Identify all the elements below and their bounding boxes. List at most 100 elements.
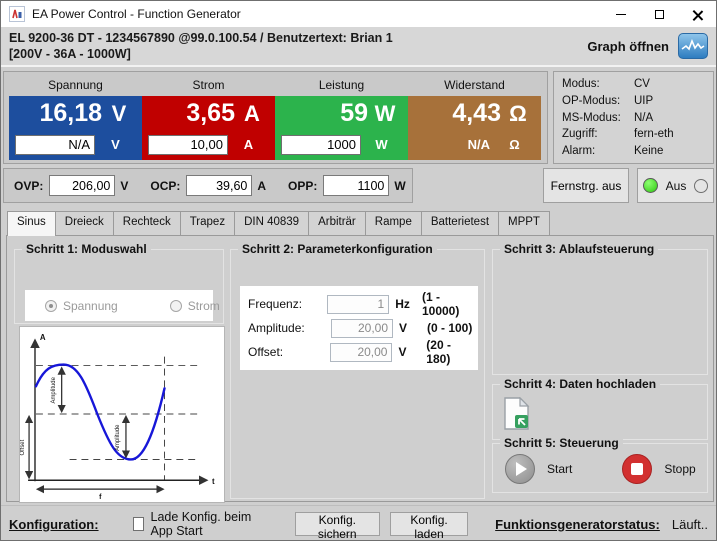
output-radio-icon[interactable] <box>694 179 708 193</box>
power-unit: W <box>368 101 402 127</box>
tab-sinus[interactable]: Sinus <box>7 211 56 236</box>
close-button[interactable] <box>678 1 716 27</box>
output-state-panel[interactable]: Aus <box>637 168 714 203</box>
status-label: OP-Modus: <box>562 94 634 108</box>
opp-label: OPP: <box>288 179 317 193</box>
voltage-panel: 16,18 V V <box>9 96 142 160</box>
channel-label-current: Strom <box>142 78 275 92</box>
sine-diagram: A t Amplitude Amplitude Offset f <box>19 326 225 503</box>
radio-current-label: Strom <box>188 299 220 313</box>
status-label: Zugriff: <box>562 127 634 141</box>
frequency-unit: Hz <box>395 297 422 311</box>
status-label: Modus: <box>562 77 634 91</box>
minimize-icon <box>616 14 626 15</box>
opp-unit: W <box>394 179 405 193</box>
power-set-input[interactable] <box>281 135 361 155</box>
amplitude-label: Amplitude: <box>248 321 331 335</box>
ovp-field: OVP: V <box>14 175 150 196</box>
stop-button[interactable] <box>622 454 652 484</box>
offset-row: Offset: V (20 - 180) <box>248 340 478 364</box>
led-icon <box>643 178 658 193</box>
maximize-icon <box>655 10 664 19</box>
device-header: EL 9200-36 DT - 1234567890 @99.0.100.54 … <box>1 27 716 67</box>
autoload-checkbox[interactable] <box>133 517 144 531</box>
app-icon <box>9 6 25 22</box>
voltage-actual-value: 16,18 <box>39 99 102 128</box>
ocp-field: OCP: A <box>150 175 288 196</box>
offset-label: Offset <box>20 439 26 455</box>
amplitude-row: Amplitude: V (0 - 100) <box>248 316 478 340</box>
start-button[interactable] <box>505 454 535 484</box>
tab-mppt[interactable]: MPPT <box>498 211 550 235</box>
step2-title: Schritt 2: Parameterkonfiguration <box>238 242 437 256</box>
tab-dreieck[interactable]: Dreieck <box>55 211 114 235</box>
ocp-input[interactable] <box>186 175 252 196</box>
radio-current-mode[interactable]: Strom <box>170 299 220 313</box>
save-config-button[interactable]: Konfig. sichern <box>295 512 380 536</box>
start-label: Start <box>547 462 572 476</box>
frequency-range: (1 - 10000) <box>422 290 478 318</box>
resistance-panel: 4,43 Ω N/A Ω <box>408 96 541 160</box>
voltage-set-input[interactable] <box>15 135 95 155</box>
tab-rampe[interactable]: Rampe <box>365 211 422 235</box>
amplitude-input[interactable] <box>331 319 393 338</box>
resistance-set-value: N/A <box>414 137 494 152</box>
status-row: OP-Modus:UIP <box>562 94 705 108</box>
protection-limits-bar: OVP: V OCP: A OPP: W <box>3 168 413 203</box>
tab-din40839[interactable]: DIN 40839 <box>234 211 309 235</box>
status-value: N/A <box>634 111 653 125</box>
stop-label: Stopp <box>664 462 695 476</box>
status-row: Modus:CV <box>562 77 705 91</box>
tab-batterietest[interactable]: Batterietest <box>421 211 499 235</box>
offset-input[interactable] <box>330 343 392 362</box>
step3-group: Schritt 3: Ablaufsteuerung <box>492 249 708 375</box>
load-config-button[interactable]: Konfig. laden <box>390 512 468 536</box>
status-row: MS-Modus:N/A <box>562 111 705 125</box>
status-label: MS-Modus: <box>562 111 634 125</box>
ovp-input[interactable] <box>49 175 115 196</box>
generator-status-link[interactable]: Funktionsgeneratorstatus: <box>495 517 660 532</box>
diagram-y-axis-label: A <box>40 333 46 342</box>
channel-label-power: Leistung <box>275 78 408 92</box>
open-graph-button[interactable]: Graph öffnen <box>587 33 708 59</box>
output-state-label: Aus <box>666 179 687 193</box>
tab-rechteck[interactable]: Rechteck <box>113 211 181 235</box>
amplitude-range: (0 - 100) <box>427 321 472 335</box>
step2-group: Schritt 2: Parameterkonfiguration Freque… <box>230 249 485 499</box>
power-set-unit: W <box>361 137 402 152</box>
device-info-line2: [200V - 36A - 1000W] <box>9 46 393 62</box>
radio-selected-icon <box>45 300 57 312</box>
period-label: f <box>99 494 102 501</box>
title-bar: EA Power Control - Function Generator <box>1 1 716 27</box>
status-label: Alarm: <box>562 144 634 158</box>
step1-group: Schritt 1: Moduswahl Spannung Strom <box>14 249 224 324</box>
sinus-tab-content: Schritt 1: Moduswahl Spannung Strom <box>6 235 714 502</box>
step5-group: Schritt 5: Steuerung Start Stopp <box>492 443 708 493</box>
diagram-x-axis-label: t <box>212 477 215 486</box>
offset-unit: V <box>398 345 426 359</box>
maximize-button[interactable] <box>640 1 678 27</box>
ovp-label: OVP: <box>14 179 43 193</box>
opp-field: OPP: W <box>288 175 428 196</box>
graph-icon[interactable] <box>678 33 708 59</box>
tab-arbitraer[interactable]: Arbiträr <box>308 211 366 235</box>
configuration-link[interactable]: Konfiguration: <box>9 517 99 532</box>
parameter-panel: Frequenz: Hz (1 - 10000) Amplitude: V (0… <box>240 286 478 370</box>
step4-group: Schritt 4: Daten hochladen <box>492 384 708 440</box>
tab-trapez[interactable]: Trapez <box>180 211 235 235</box>
status-row: Zugriff:fern-eth <box>562 127 705 141</box>
step5-title: Schritt 5: Steuerung <box>500 436 623 450</box>
status-value: Keine <box>634 144 663 158</box>
amplitude-upper-label: Amplitude <box>51 376 57 403</box>
current-set-input[interactable] <box>148 135 228 155</box>
radio-voltage-mode[interactable]: Spannung <box>45 299 118 313</box>
current-set-unit: A <box>228 137 269 152</box>
upload-icon[interactable] <box>503 397 530 430</box>
opp-input[interactable] <box>323 175 389 196</box>
frequency-input[interactable] <box>327 295 389 314</box>
status-value: CV <box>634 77 650 91</box>
measurement-block: Spannung Strom Leistung Widerstand 16,18… <box>3 71 548 164</box>
minimize-button[interactable] <box>602 1 640 27</box>
voltage-unit: V <box>102 101 136 127</box>
remote-control-button[interactable]: Fernstrg. aus <box>543 168 629 203</box>
